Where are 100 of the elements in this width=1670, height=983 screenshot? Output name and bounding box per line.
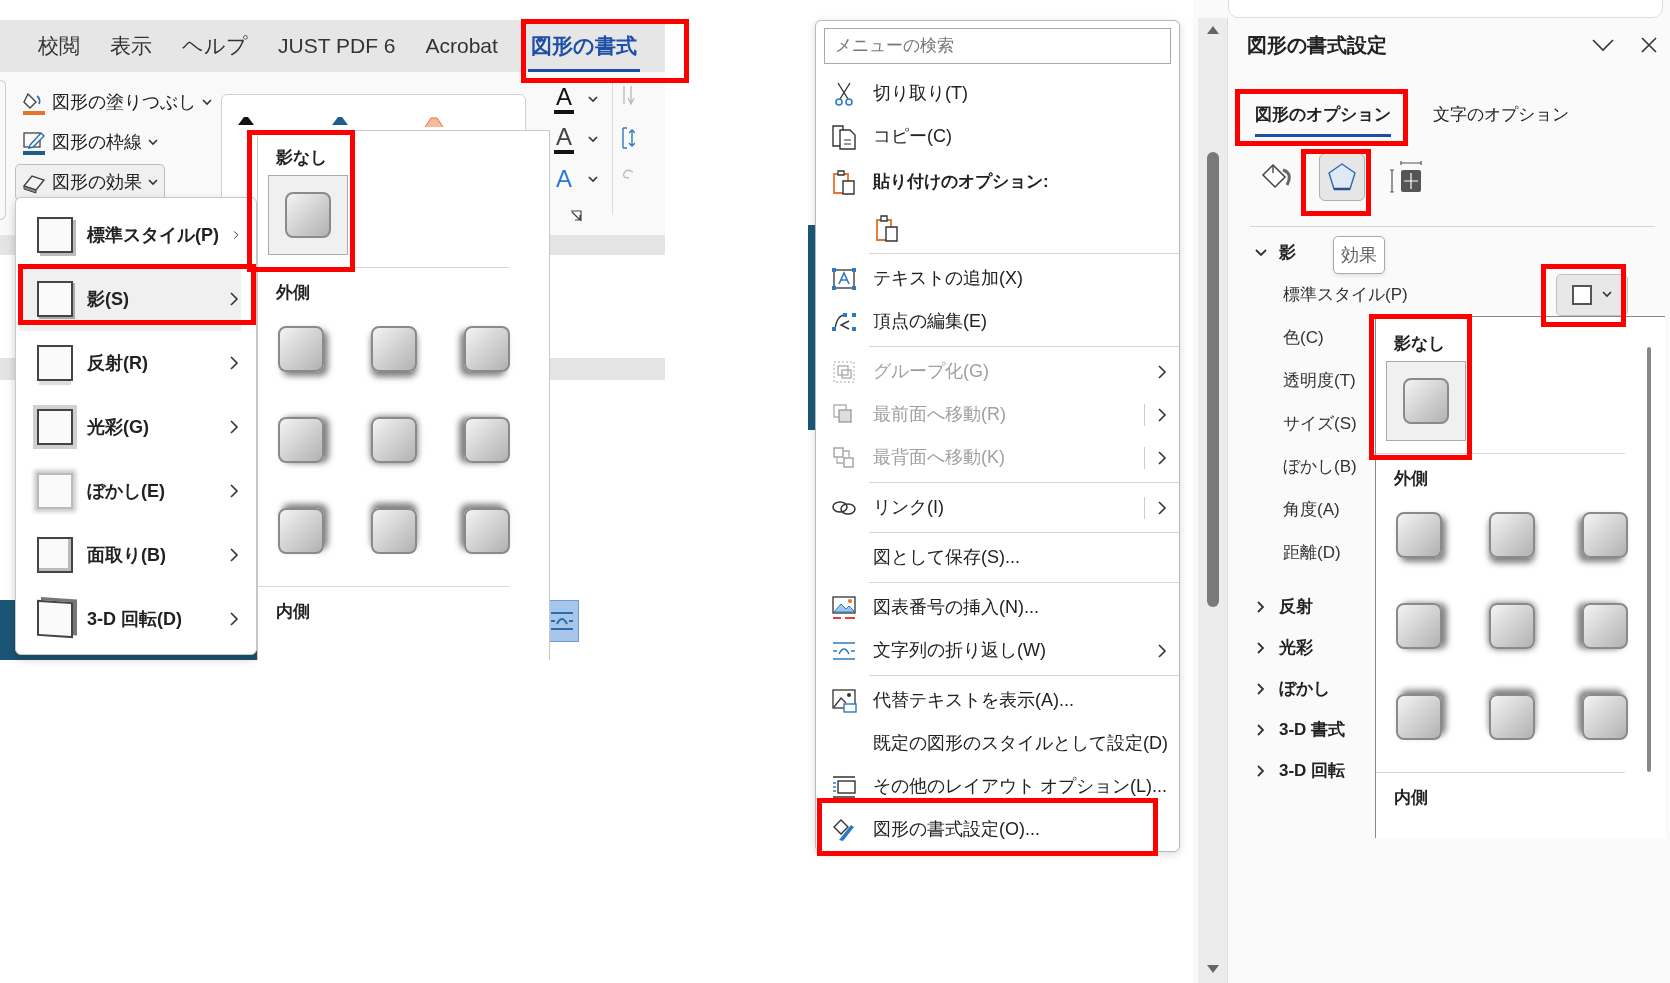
shadow-preset-tile[interactable]: [464, 326, 510, 372]
context-menu-item[interactable]: 切り取り(T): [816, 72, 1179, 115]
menu-item[interactable]: 光彩(G): [19, 395, 241, 459]
search-field[interactable]: メニューの検索: [824, 28, 1171, 64]
shadow-preset-tile[interactable]: [371, 326, 417, 372]
shadow-preset-tile[interactable]: [285, 192, 331, 238]
menu-item[interactable]: 標準スタイル(P): [19, 203, 241, 267]
section-header[interactable]: 反射: [1255, 586, 1313, 627]
shadow-preset-tile[interactable]: [464, 508, 510, 554]
layout-options-icon: [831, 774, 857, 799]
pane-title: 図形の書式設定: [1247, 33, 1387, 58]
context-menu-item[interactable]: 図表番号の挿入(N)...: [816, 586, 1179, 629]
effect-icon: [37, 473, 73, 509]
shadow-preset-tile[interactable]: [1582, 694, 1628, 740]
resize-icon: [621, 126, 635, 150]
chevron-right-icon: [229, 291, 239, 307]
pane-tab[interactable]: 文字のオプション: [1433, 95, 1569, 137]
shadow-preset-tile[interactable]: [1396, 512, 1442, 558]
shadow-preset-tile[interactable]: [1489, 694, 1535, 740]
context-menu-item[interactable]: 頂点の編集(E): [816, 300, 1179, 343]
ribbon-tab[interactable]: 校閲: [38, 22, 80, 72]
ribbon-tab[interactable]: 表示: [110, 22, 152, 72]
shadow-preset-tile[interactable]: [1582, 603, 1628, 649]
shadow-preset-tile[interactable]: [1489, 603, 1535, 649]
ribbon-command[interactable]: 図形の枠線: [15, 124, 165, 161]
pane-tab[interactable]: 図形のオプション: [1255, 95, 1391, 137]
edit-points-icon: [831, 310, 857, 333]
alt-text-icon: [831, 687, 857, 714]
menu-item[interactable]: 面取り(B): [19, 523, 241, 587]
group-icon: [831, 358, 857, 385]
close-icon[interactable]: [1641, 37, 1657, 53]
menu-item[interactable]: 反射(R): [19, 331, 241, 395]
shadow-preset-tile[interactable]: [278, 326, 324, 372]
highlight-frame: [1301, 149, 1371, 216]
text-style-preview-icon: [422, 117, 446, 127]
ribbon-tab[interactable]: ヘルプ: [182, 22, 248, 72]
shadow-preset-tile[interactable]: [371, 417, 417, 463]
shadow-preset-tile[interactable]: [1396, 603, 1442, 649]
category-button[interactable]: [1319, 153, 1365, 201]
no-shadow-option[interactable]: [1386, 361, 1466, 441]
clipboard-icon[interactable]: [874, 214, 900, 242]
menu-item[interactable]: ぼかし(E): [19, 459, 241, 523]
shadow-preset-tile[interactable]: [1582, 512, 1628, 558]
clipboard-icon: [831, 169, 857, 195]
section-header[interactable]: ぼかし: [1255, 668, 1330, 709]
property-label: 距離(D): [1283, 541, 1341, 564]
ribbon-tab[interactable]: Acrobat: [425, 22, 498, 72]
context-menu-item[interactable]: コピー(C): [816, 115, 1179, 158]
menu-item-label: 3-D 回転(D): [87, 607, 183, 631]
text-format-button[interactable]: A: [554, 124, 574, 154]
scrollbar-thumb[interactable]: [1206, 152, 1219, 607]
chevron-right-icon: [1255, 641, 1267, 654]
section-header[interactable]: 影: [1255, 232, 1296, 273]
property-label: 標準スタイル(P): [1283, 283, 1408, 306]
chevron-down-icon: [588, 95, 598, 103]
shadow-preset-tile[interactable]: [278, 417, 324, 463]
ribbon-tab[interactable]: JUST PDF 6: [278, 22, 396, 72]
square-icon: [1572, 284, 1592, 305]
scrollbar-thumb[interactable]: [1647, 347, 1651, 772]
menu-item[interactable]: 3-D 回転(D): [19, 587, 241, 651]
shadow-preset-tile[interactable]: [464, 417, 510, 463]
effect-icon: [37, 217, 73, 253]
context-menu-item[interactable]: 図形の書式設定(O)...: [816, 808, 1179, 851]
text-format-button[interactable]: A: [554, 166, 574, 192]
scrollbar[interactable]: [1198, 18, 1228, 983]
context-menu-item[interactable]: テキストの追加(X): [816, 257, 1179, 300]
no-shadow-option[interactable]: [268, 175, 348, 255]
pentagon-icon: [1327, 162, 1357, 192]
text-format-button[interactable]: A: [554, 84, 574, 114]
collapse-icon[interactable]: [1592, 38, 1614, 52]
ribbon-command[interactable]: 図形の塗りつぶし: [15, 84, 219, 121]
chevron-right-icon: [1157, 642, 1167, 659]
chevron-right-icon: [1157, 406, 1167, 423]
shadow-preset-tile[interactable]: [371, 508, 417, 554]
shadow-preset-tile[interactable]: [1396, 694, 1442, 740]
scroll-up-icon[interactable]: [1206, 26, 1219, 34]
shadow-preset-tile[interactable]: [1403, 378, 1449, 424]
shadow-preset-tile[interactable]: [1489, 512, 1535, 558]
chevron-right-icon: [229, 419, 239, 435]
property-label: 透明度(T): [1283, 369, 1356, 392]
preset-dropdown[interactable]: [1556, 273, 1628, 316]
menu-item-label: 面取り(B): [87, 543, 167, 567]
wrap-text-icon: [831, 639, 857, 662]
send-backward-icon: [831, 444, 857, 471]
context-menu-item[interactable]: 既定の図形のスタイルとして設定(D): [816, 722, 1179, 765]
chevron-down-icon: [1255, 248, 1267, 257]
shadow-preset-tile[interactable]: [278, 508, 324, 554]
scroll-down-icon[interactable]: [1206, 965, 1219, 973]
section-header[interactable]: 光彩: [1255, 627, 1313, 668]
context-menu-item[interactable]: リンク(I): [816, 486, 1179, 529]
context-menu-item[interactable]: 図として保存(S)...: [816, 536, 1179, 579]
chevron-right-icon: [229, 355, 239, 371]
section-header[interactable]: 3-D 回転: [1255, 750, 1346, 791]
section-header[interactable]: 3-D 書式: [1255, 709, 1346, 750]
chevron-right-icon: [1255, 723, 1267, 736]
gallery-heading: 外側: [1393, 468, 1429, 490]
context-menu-item[interactable]: その他のレイアウト オプション(L)...: [816, 765, 1179, 808]
context-menu-item[interactable]: 文字列の折り返し(W): [816, 629, 1179, 672]
dialog-launcher-icon[interactable]: [570, 210, 582, 222]
context-menu-item[interactable]: 代替テキストを表示(A)...: [816, 679, 1179, 722]
